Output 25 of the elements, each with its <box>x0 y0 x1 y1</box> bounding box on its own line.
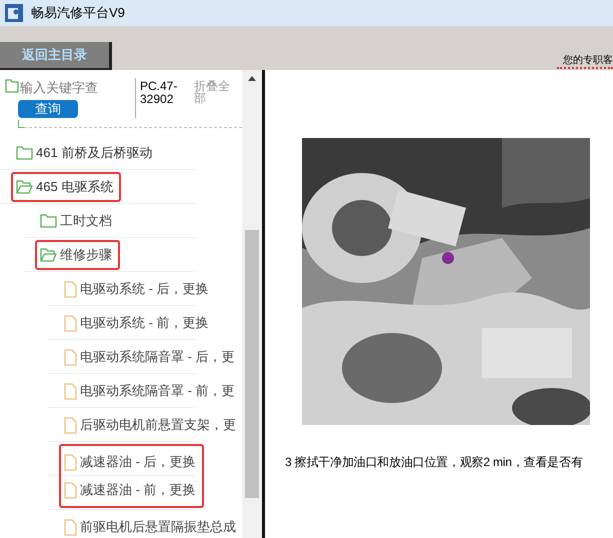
document-icon <box>64 280 77 298</box>
tree-item[interactable]: 电驱动系统 - 前，更换 <box>80 313 209 333</box>
tree-item[interactable]: 后驱动电机前悬置支架，更 <box>80 415 236 435</box>
tree-item[interactable]: 工时文档 <box>60 211 112 231</box>
folder-icon <box>5 79 19 93</box>
document-icon <box>64 314 77 332</box>
part-code: PC.47-32902 <box>139 78 178 108</box>
app-icon <box>5 4 23 22</box>
tree-item[interactable]: 电驱动系统隔音罩 - 后，更 <box>80 347 235 367</box>
document-icon <box>64 482 77 498</box>
document-icon <box>64 382 77 400</box>
document-icon <box>64 518 77 536</box>
document-icon <box>64 454 77 470</box>
tree-item[interactable]: 电驱动系统隔音罩 - 前，更 <box>80 381 235 401</box>
document-icon <box>64 416 77 434</box>
search-field[interactable]: 输入关键字查 <box>20 78 115 98</box>
tree-item[interactable]: 电驱动系统 - 后，更换 <box>80 279 209 299</box>
scrollbar[interactable] <box>242 70 262 538</box>
window-title: 畅易汽修平台V9 <box>31 4 125 22</box>
tree-item[interactable]: 前驱电机后悬置隔振垫总成 <box>80 517 236 537</box>
document-icon <box>64 348 77 366</box>
step-text: 3 擦拭干净加油口和放油口位置，观察2 min，查看是否有 <box>285 454 584 471</box>
service-text: 您的专职客 <box>563 55 613 67</box>
search-button[interactable]: 查询 <box>18 100 78 118</box>
tree-item[interactable]: 461 前桥及后桥驱动 <box>36 143 152 163</box>
